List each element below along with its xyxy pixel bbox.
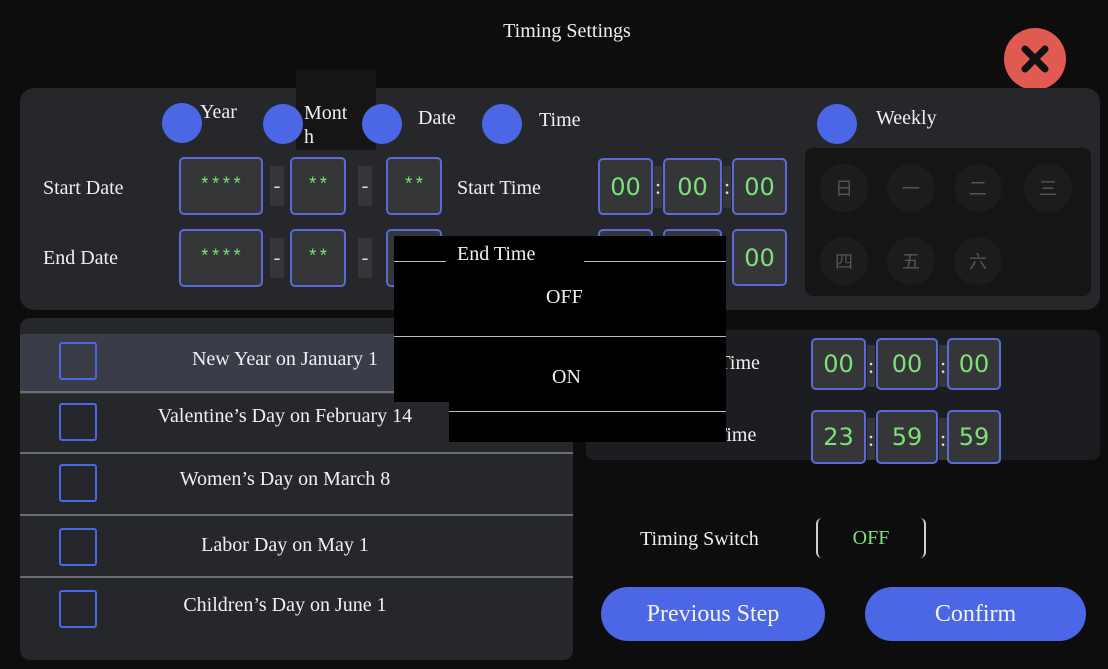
weekday-sun[interactable]: 日	[820, 164, 868, 212]
confirm-button[interactable]: Confirm	[865, 587, 1086, 641]
weekday-wed[interactable]: 三	[1024, 164, 1072, 212]
month-radio[interactable]	[263, 104, 303, 144]
weekday-sat[interactable]: 六	[954, 237, 1002, 285]
date-radio[interactable]	[362, 104, 402, 144]
dialog-title: Timing Settings	[503, 20, 631, 42]
start-date-label: Start Date	[43, 177, 124, 199]
start-hour-field[interactable]: 00	[598, 158, 653, 215]
holiday-checkbox[interactable]	[59, 590, 97, 628]
dropdown-option-off[interactable]: OFF	[546, 286, 583, 309]
holiday-checkbox[interactable]	[59, 528, 97, 566]
date-separator: -	[270, 238, 284, 278]
holiday-start-minute-field[interactable]: 00	[876, 338, 938, 390]
end-month-field[interactable]: **	[290, 229, 346, 287]
holiday-start-hour-field[interactable]: 00	[811, 338, 866, 390]
weekday-thu[interactable]: 四	[820, 237, 868, 285]
holiday-end-hour-field[interactable]: 23	[811, 410, 866, 464]
holiday-checkbox[interactable]	[59, 464, 97, 502]
date-separator: -	[358, 238, 372, 278]
time-colon: :	[939, 418, 947, 460]
dropdown-line	[584, 261, 726, 262]
dropdown-line	[394, 336, 726, 337]
date-separator: -	[270, 166, 284, 206]
year-radio[interactable]	[162, 103, 202, 143]
time-radio[interactable]	[482, 104, 522, 144]
time-colon: :	[867, 418, 875, 460]
end-year-field[interactable]: ****	[179, 229, 263, 287]
time-colon: :	[939, 345, 947, 387]
weekday-fri[interactable]: 五	[887, 237, 935, 285]
start-minute-field[interactable]: 00	[663, 158, 722, 215]
weekly-radio-label: Weekly	[876, 107, 937, 129]
dropdown-option-on[interactable]: ON	[552, 366, 581, 389]
date-radio-label: Date	[418, 107, 456, 129]
holiday-end-minute-field[interactable]: 59	[876, 410, 938, 464]
end-second-field[interactable]: 00	[732, 229, 787, 286]
timing-switch-label: Timing Switch	[640, 528, 759, 550]
holiday-checkbox[interactable]	[59, 403, 97, 441]
end-date-label: End Date	[43, 247, 118, 269]
time-colon: :	[723, 166, 731, 208]
holiday-row[interactable]: Women’s Day on March 8	[20, 454, 573, 514]
holiday-label: Children’s Day on June 1	[183, 594, 387, 616]
holiday-end-second-field[interactable]: 59	[947, 410, 1001, 464]
holiday-label: Valentine’s Day on February 14	[157, 405, 413, 427]
close-button[interactable]	[1004, 28, 1066, 90]
dropdown-line	[449, 411, 726, 412]
time-colon: :	[867, 345, 875, 387]
start-second-field[interactable]: 00	[732, 158, 787, 215]
holiday-start-second-field[interactable]: 00	[947, 338, 1001, 390]
start-day-field[interactable]: **	[386, 157, 442, 215]
holiday-row[interactable]: Labor Day on May 1	[20, 516, 573, 576]
holiday-checkbox[interactable]	[59, 342, 97, 380]
start-time-label: Start Time	[457, 177, 541, 199]
dropdown-label: End Time	[457, 243, 536, 265]
holiday-label: Women’s Day on March 8	[179, 468, 391, 490]
weekday-mon[interactable]: 一	[887, 164, 935, 212]
start-month-field[interactable]: **	[290, 157, 346, 215]
time-colon: :	[654, 166, 662, 208]
weekday-tue[interactable]: 二	[954, 164, 1002, 212]
year-radio-label: Year	[200, 101, 237, 123]
dropdown-line	[394, 261, 446, 262]
previous-step-button[interactable]: Previous Step	[601, 587, 825, 641]
time-radio-label: Time	[539, 109, 581, 131]
start-year-field[interactable]: ****	[179, 157, 263, 215]
holiday-row[interactable]: Children’s Day on June 1	[20, 578, 573, 638]
month-radio-label: Mont h	[304, 102, 348, 148]
weekly-radio[interactable]	[817, 104, 857, 144]
holiday-label: Labor Day on May 1	[201, 534, 369, 556]
close-icon	[1021, 45, 1049, 73]
timing-switch[interactable]: OFF	[816, 518, 926, 558]
date-separator: -	[358, 166, 372, 206]
dropdown-overflow	[449, 402, 726, 442]
